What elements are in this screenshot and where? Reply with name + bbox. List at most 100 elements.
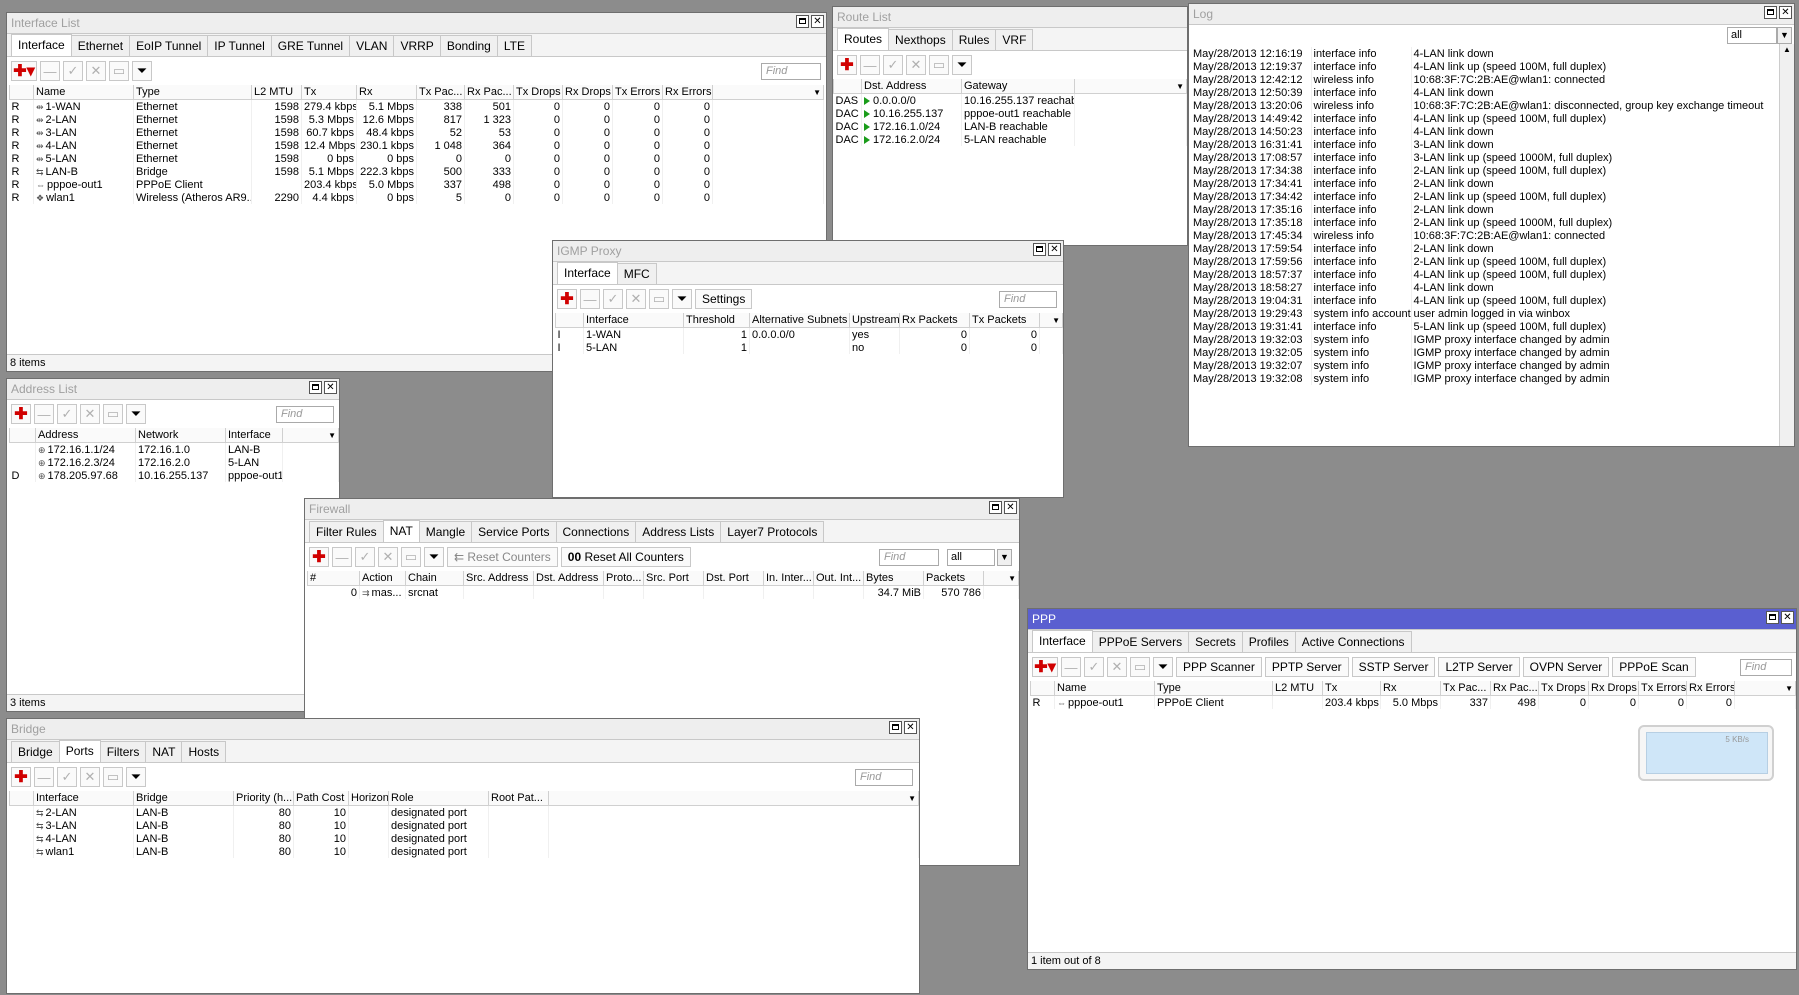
tab-vrf[interactable]: VRF bbox=[995, 29, 1034, 50]
column-header[interactable]: Rx Errors bbox=[662, 85, 713, 100]
table-row[interactable]: R ⇆ LAN-B Bridge 1598 5.1 Mbps 222.3 kbps 500 33… bbox=[9, 165, 824, 178]
tab-vrrp[interactable]: VRRP bbox=[393, 35, 441, 56]
filter-icon[interactable]: ⏷ bbox=[126, 767, 146, 787]
disable-icon[interactable]: ✕ bbox=[378, 547, 398, 567]
table-row[interactable]: May/28/2013 12:19:37 interface info 4-LAN … bbox=[1191, 60, 1781, 73]
table-row[interactable]: May/28/2013 13:20:06 wireless info 10:68:3… bbox=[1191, 99, 1781, 112]
table-row[interactable]: R ⇹ 5-LAN Ethernet 1598 0 bps 0 bps 0 0 0 0 0 0 bbox=[9, 152, 824, 165]
tab-ethernet[interactable]: Ethernet bbox=[70, 35, 131, 56]
column-header[interactable]: Tx Errors bbox=[1638, 681, 1687, 696]
table-row[interactable]: May/28/2013 12:42:12 wireless info 10:68:3… bbox=[1191, 73, 1781, 86]
find-input[interactable]: Find bbox=[276, 406, 334, 423]
maximize-icon[interactable] bbox=[796, 15, 809, 28]
tab-routes[interactable]: Routes bbox=[837, 28, 890, 50]
tab-profiles[interactable]: Profiles bbox=[1241, 631, 1296, 652]
table-row[interactable]: May/28/2013 16:31:41 interface info 3-LAN … bbox=[1191, 138, 1781, 151]
table-row[interactable]: May/28/2013 14:49:42 interface info 4-LAN … bbox=[1191, 112, 1781, 125]
route-list-titlebar[interactable]: Route List bbox=[833, 7, 1187, 28]
column-header[interactable] bbox=[9, 791, 34, 806]
column-header[interactable]: Src. Port bbox=[643, 571, 704, 586]
interface-list-titlebar[interactable]: Interface List ✕ bbox=[7, 13, 826, 34]
enable-icon[interactable]: ✓ bbox=[883, 55, 903, 75]
tab-nat[interactable]: NAT bbox=[382, 520, 420, 542]
table-row[interactable]: May/28/2013 12:16:19 interface info 4-LAN … bbox=[1191, 47, 1781, 60]
close-icon[interactable]: ✕ bbox=[1004, 501, 1017, 514]
maximize-icon[interactable] bbox=[309, 381, 322, 394]
column-header[interactable]: Role bbox=[388, 791, 489, 806]
tab-secrets[interactable]: Secrets bbox=[1188, 631, 1243, 652]
reset-all-counters-button[interactable]: 00 Reset All Counters bbox=[560, 547, 691, 567]
column-header[interactable]: Tx Drops bbox=[513, 85, 563, 100]
column-header[interactable] bbox=[1030, 681, 1055, 696]
table-row[interactable]: May/28/2013 19:32:07 system info IGMP prox… bbox=[1191, 359, 1781, 372]
tab-eoip-tunnel[interactable]: EoIP Tunnel bbox=[129, 35, 209, 56]
column-header[interactable]: Out. Int... bbox=[813, 571, 864, 586]
column-header[interactable]: Tx Packets bbox=[969, 313, 1040, 328]
igmp-proxy-titlebar[interactable]: IGMP Proxy ✕ bbox=[553, 241, 1063, 262]
column-header[interactable]: Name bbox=[33, 85, 134, 100]
filter-icon[interactable]: ⏷ bbox=[672, 289, 692, 309]
add-icon[interactable]: ✚▾ bbox=[11, 61, 37, 81]
table-row[interactable]: ⇆ 2-LAN LAN-B 80 10 designated port bbox=[9, 805, 919, 819]
remove-icon[interactable]: — bbox=[332, 547, 352, 567]
column-header[interactable]: Network bbox=[135, 428, 226, 443]
column-header[interactable]: Interface bbox=[225, 428, 283, 443]
tab-filter-rules[interactable]: Filter Rules bbox=[309, 521, 384, 542]
table-row[interactable]: R ⇹ 4-LAN Ethernet 1598 12.4 Mbps 230.1 kbps 1 … bbox=[9, 139, 824, 152]
disable-icon[interactable]: ✕ bbox=[80, 404, 100, 424]
bridge-titlebar[interactable]: Bridge ✕ bbox=[7, 719, 919, 740]
column-header[interactable]: Tx bbox=[1322, 681, 1381, 696]
tab-rules[interactable]: Rules bbox=[951, 29, 997, 50]
column-header[interactable] bbox=[9, 428, 36, 443]
column-menu-icon[interactable]: ▼ bbox=[1073, 79, 1187, 94]
filter-icon[interactable]: ⏷ bbox=[952, 55, 972, 75]
column-header[interactable]: Threshold bbox=[683, 313, 750, 328]
column-header[interactable] bbox=[833, 79, 862, 94]
remove-icon[interactable]: — bbox=[34, 767, 54, 787]
remove-icon[interactable]: — bbox=[1061, 657, 1081, 677]
enable-icon[interactable]: ✓ bbox=[57, 404, 77, 424]
tab-ports[interactable]: Ports bbox=[58, 740, 101, 762]
column-header[interactable]: Priority (h... bbox=[233, 791, 294, 806]
column-menu-icon[interactable]: ▼ bbox=[712, 85, 824, 100]
column-header[interactable]: L2 MTU bbox=[251, 85, 302, 100]
table-row[interactable]: DAC 10.16.255.137 pppoe-out1 reachable bbox=[833, 107, 1187, 120]
column-header[interactable]: Tx Drops bbox=[1538, 681, 1589, 696]
disable-icon[interactable]: ✕ bbox=[906, 55, 926, 75]
remove-icon[interactable]: — bbox=[34, 404, 54, 424]
column-header[interactable]: In. Inter... bbox=[763, 571, 814, 586]
column-header[interactable]: Name bbox=[1054, 681, 1155, 696]
disable-icon[interactable]: ✕ bbox=[1107, 657, 1127, 677]
table-row[interactable]: R ⇔ pppoe-out1 PPPoE Client 203.4 kbps 5.0 Mb… bbox=[9, 178, 824, 191]
column-header[interactable]: Rx Errors bbox=[1686, 681, 1735, 696]
column-header[interactable]: Bridge bbox=[133, 791, 234, 806]
table-row[interactable]: D ⊕ 178.205.97.68 10.16.255.137 pppoe-out1 bbox=[9, 469, 339, 482]
column-menu-icon[interactable]: ▼ bbox=[983, 571, 1019, 586]
add-icon[interactable]: ✚ bbox=[557, 289, 577, 309]
firewall-filter-select[interactable]: all bbox=[947, 549, 995, 566]
reset-counters-button[interactable]: ⇇ Reset Counters bbox=[447, 547, 558, 567]
pptp-server-button[interactable]: PPTP Server bbox=[1264, 657, 1349, 677]
column-header[interactable]: Bytes bbox=[863, 571, 924, 586]
ppp-titlebar[interactable]: PPP ✕ bbox=[1028, 609, 1796, 630]
enable-icon[interactable]: ✓ bbox=[603, 289, 623, 309]
maximize-icon[interactable] bbox=[1033, 243, 1046, 256]
enable-icon[interactable]: ✓ bbox=[1084, 657, 1104, 677]
table-row[interactable]: R ⇹ 1-WAN Ethernet 1598 279.4 kbps 5.1 Mbps 338… bbox=[9, 99, 824, 113]
table-row[interactable]: ⊕ 172.16.2.3/24 172.16.2.0 5-LAN bbox=[9, 456, 339, 469]
column-header[interactable]: # bbox=[307, 571, 360, 586]
filter-icon[interactable]: ⏷ bbox=[424, 547, 444, 567]
column-header[interactable]: Path Cost bbox=[293, 791, 349, 806]
column-header[interactable]: Chain bbox=[405, 571, 464, 586]
tab-mfc[interactable]: MFC bbox=[616, 263, 657, 284]
table-row[interactable]: May/28/2013 17:59:56 interface info 2-LAN … bbox=[1191, 255, 1781, 268]
remove-icon[interactable]: — bbox=[580, 289, 600, 309]
ppp-scanner-button[interactable]: PPP Scanner bbox=[1176, 657, 1262, 677]
chevron-down-icon[interactable]: ▼ bbox=[997, 549, 1012, 566]
column-menu-icon[interactable]: ▼ bbox=[548, 791, 919, 806]
tab-hosts[interactable]: Hosts bbox=[181, 741, 227, 762]
log-filter-select[interactable]: all bbox=[1727, 27, 1777, 44]
table-row[interactable]: May/28/2013 19:04:31 interface info 4-LAN … bbox=[1191, 294, 1781, 307]
column-header[interactable]: Type bbox=[133, 85, 252, 100]
column-header[interactable]: Dst. Address bbox=[533, 571, 604, 586]
